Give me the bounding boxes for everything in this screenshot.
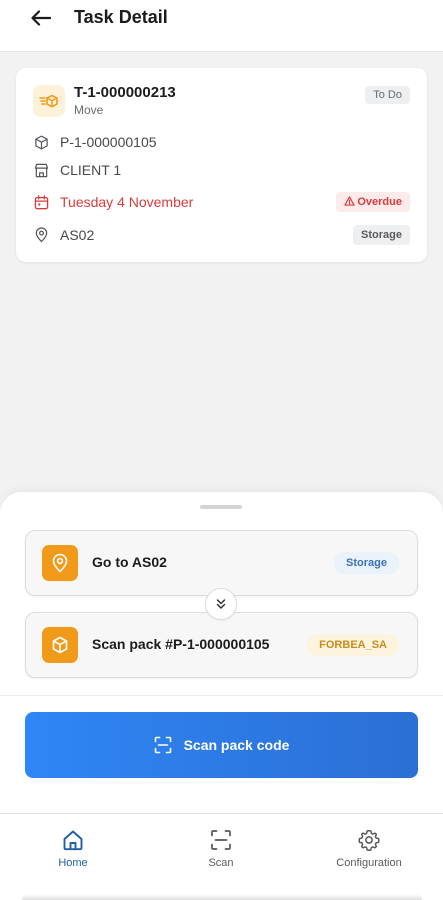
due-date-row: Tuesday 4 November [33,192,193,212]
due-date: Tuesday 4 November [60,194,194,210]
page-title: Task Detail [74,7,168,27]
scan-button-label: Scan pack code [183,737,290,753]
pack-row: P-1-000000105 [33,132,157,152]
location-pin-icon [33,227,49,243]
step-badge: Storage [334,552,399,574]
tab-configuration[interactable]: Configuration [324,814,414,874]
client-row: CLIENT 1 [33,160,121,180]
sheet-drag-handle[interactable] [200,505,242,509]
gear-icon [357,828,381,852]
scan-icon [209,828,233,852]
move-task-icon [33,85,65,117]
calendar-icon [33,194,49,210]
location-row: AS02 [33,225,94,245]
bottom-tab-bar: Home Scan Configuration [0,813,443,900]
step-scan-pack[interactable]: Scan pack #P-1-000000105 FORBEA_SA [25,612,418,678]
scan-frame-icon [154,736,172,754]
steps-bottom-sheet: Go to AS02 Storage Scan pack #P-1-000000… [0,492,443,900]
tab-home[interactable]: Home [44,814,102,874]
tab-label: Home [58,857,88,869]
location-type-badge: Storage [353,225,410,245]
home-icon [61,828,85,852]
chevrons-down-icon [216,599,226,609]
tab-label: Configuration [336,857,402,869]
store-icon [33,162,49,178]
task-id: T-1-000000213 [74,84,176,101]
tab-scan[interactable]: Scan [192,814,250,874]
tab-label: Scan [208,857,234,869]
home-indicator [22,894,422,900]
warning-icon [344,196,355,206]
step-label: Scan pack #P-1-000000105 [92,636,270,652]
status-badge: To Do [365,86,410,104]
location-code: AS02 [60,227,95,243]
scan-pack-code-button[interactable]: Scan pack code [25,712,418,778]
package-icon [33,134,49,150]
step-label: Go to AS02 [92,554,167,570]
location-pin-icon [42,545,78,581]
package-icon [42,627,78,663]
pack-id: P-1-000000105 [60,134,157,150]
task-type: Move [74,103,104,117]
client-name: CLIENT 1 [60,162,122,178]
task-card[interactable]: T-1-000000213 Move To Do P-1-000000105 C… [16,68,427,262]
arrow-left-icon [31,10,51,26]
expand-steps-button[interactable] [205,588,237,620]
overdue-badge: Overdue [336,192,410,212]
step-badge: FORBEA_SA [307,634,399,656]
back-button[interactable] [28,6,54,30]
overdue-label: Overdue [357,196,402,208]
divider [0,695,443,696]
app-header: Task Detail [0,0,443,52]
step-go-to-location[interactable]: Go to AS02 Storage [25,530,418,596]
